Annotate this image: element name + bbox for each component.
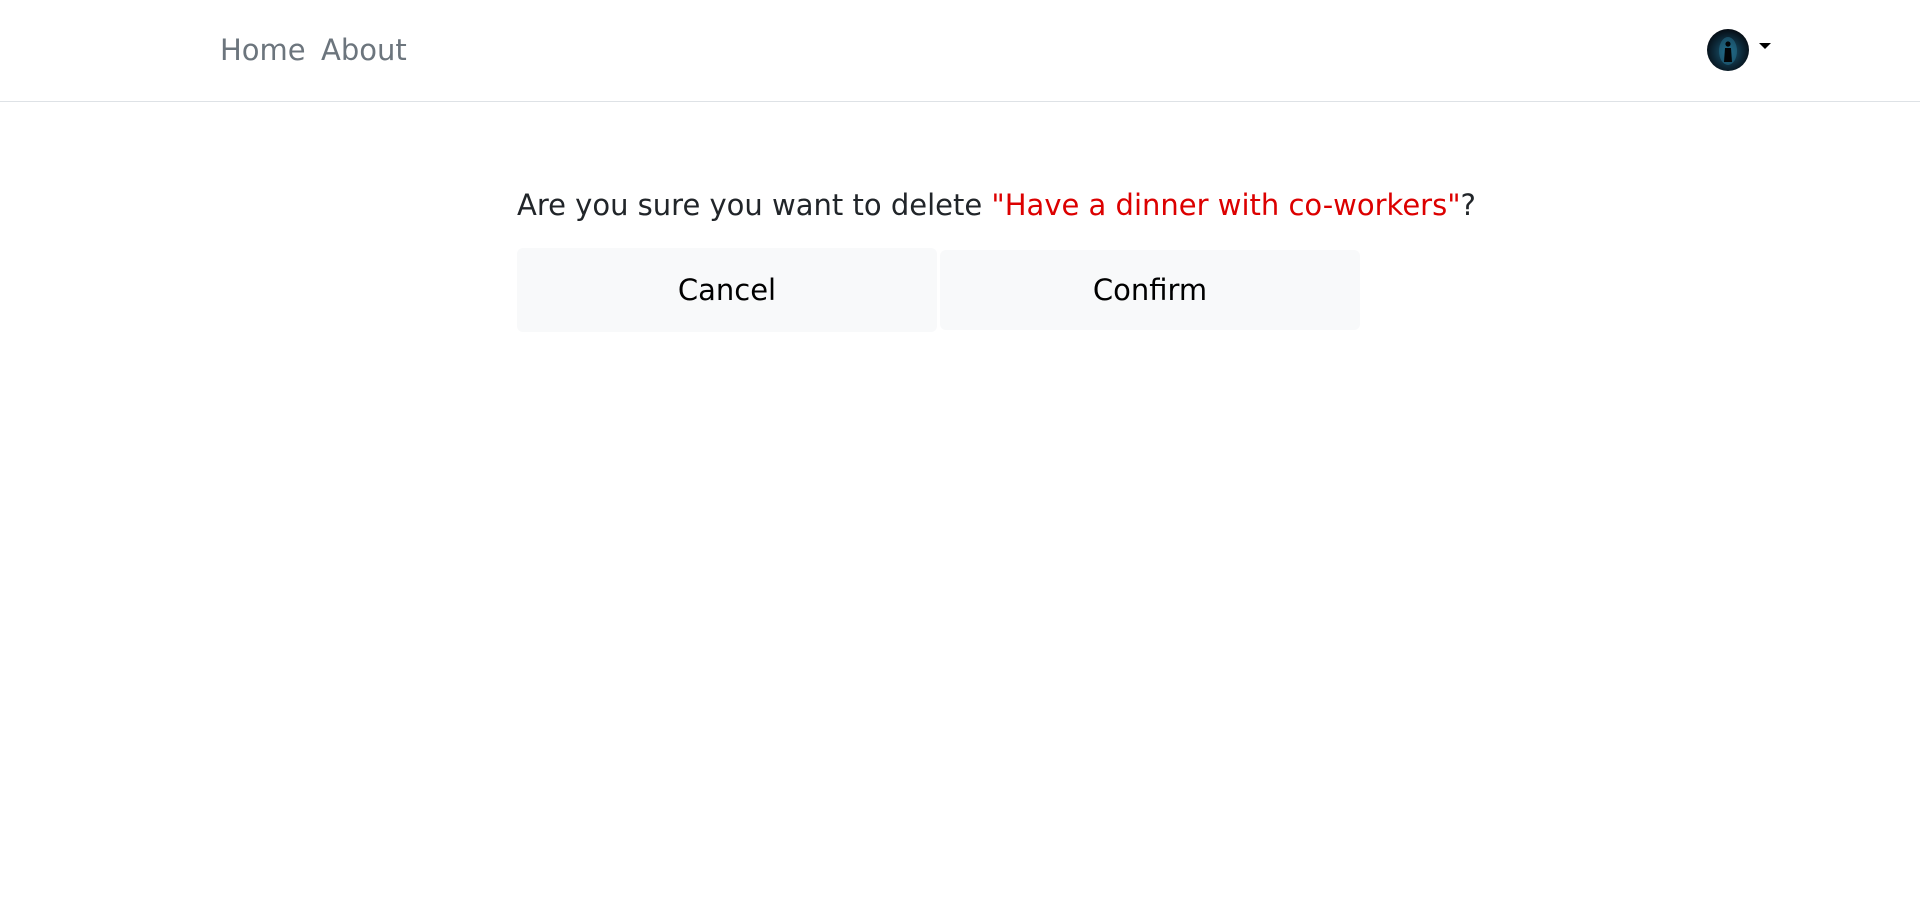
question-prefix: Are you sure you want to delete xyxy=(517,188,992,222)
nav-about-link[interactable]: About xyxy=(321,30,407,70)
caret-down-icon[interactable] xyxy=(1759,43,1771,49)
item-name: "Have a dinner with co-workers" xyxy=(991,188,1461,222)
user-menu-toggle[interactable] xyxy=(1707,29,1771,71)
confirm-button[interactable]: Confirm xyxy=(940,250,1360,330)
question-suffix: ? xyxy=(1460,188,1476,222)
cancel-button[interactable]: Cancel xyxy=(517,248,937,332)
top-navbar: Home About xyxy=(0,0,1920,102)
nav-home-link[interactable]: Home xyxy=(220,30,306,70)
delete-question: Are you sure you want to delete "Have a … xyxy=(517,183,1476,227)
avatar[interactable] xyxy=(1707,29,1749,71)
person-silhouette-icon xyxy=(1719,37,1737,65)
